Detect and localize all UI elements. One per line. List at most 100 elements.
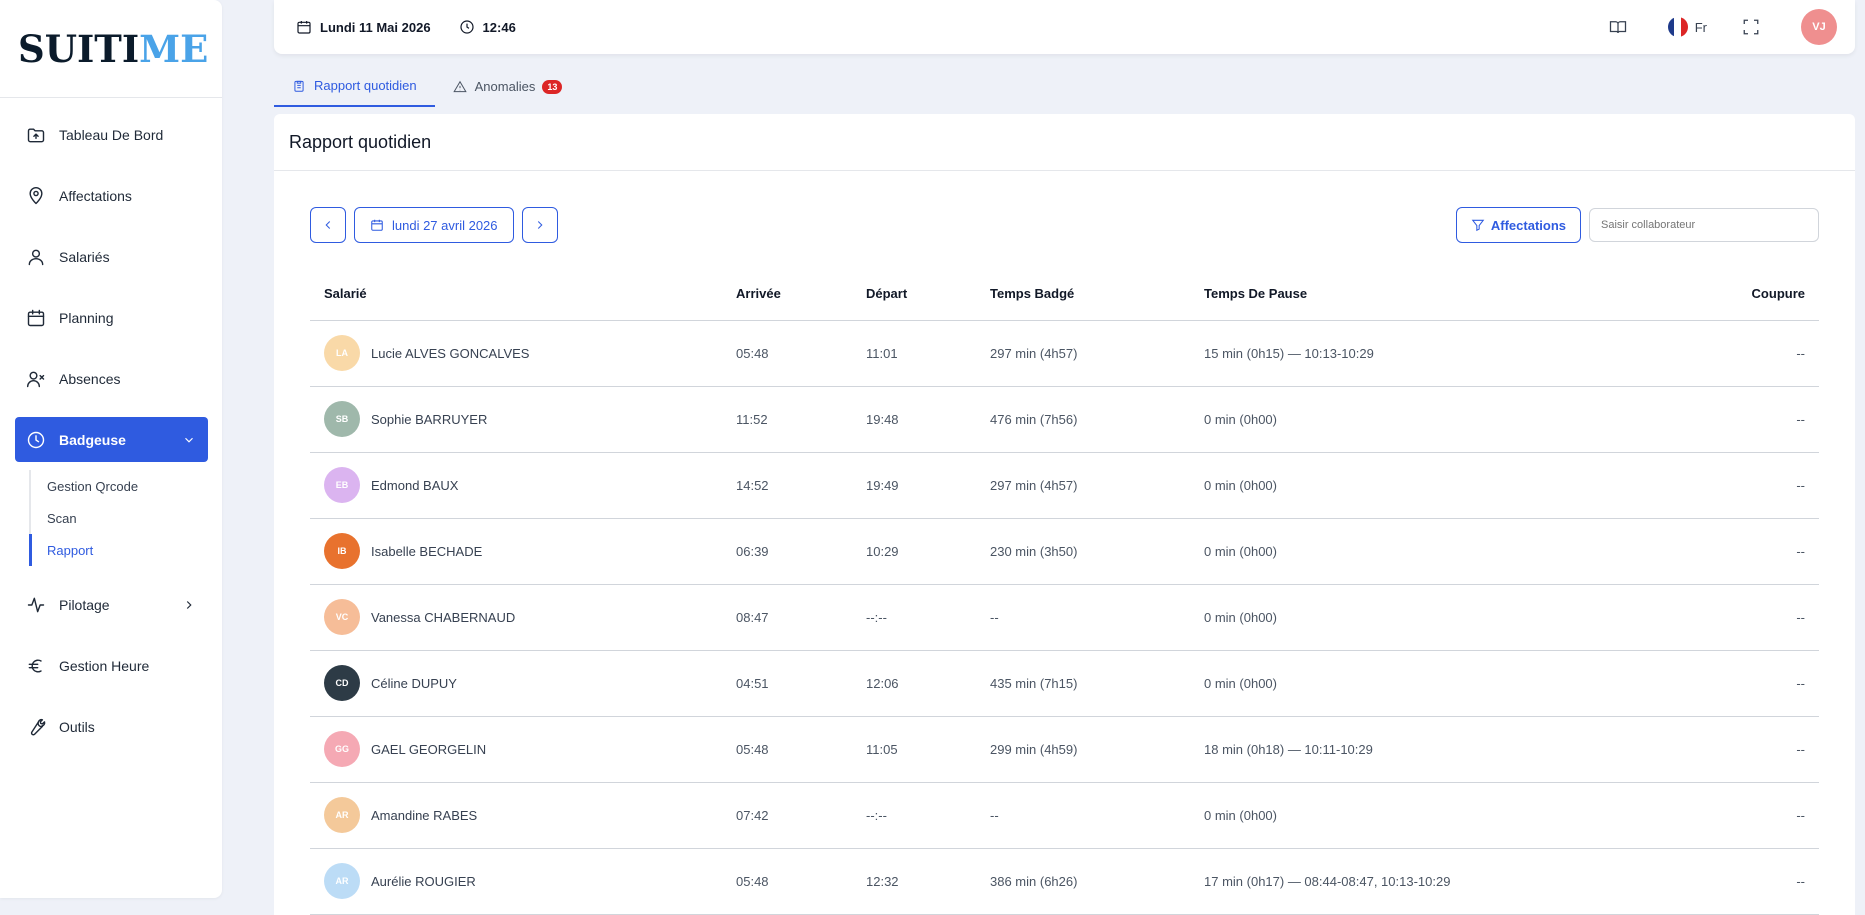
table-body: LA Lucie ALVES GONCALVES 05:48 11:01 297 min… — [310, 320, 1819, 915]
employee-name: Céline DUPUY — [371, 675, 457, 691]
departure-cell: --:-- — [852, 782, 976, 849]
sidebar-item-label: Salariés — [59, 248, 110, 265]
break-time-cell: 0 min (0h00) — [1190, 782, 1659, 849]
column-header[interactable]: Arrivée — [722, 267, 852, 321]
search-input[interactable] — [1589, 208, 1819, 242]
warning-icon — [452, 80, 467, 92]
sidebar-item-gestion-heure[interactable]: Gestion Heure — [15, 643, 208, 688]
employee-cell: EB Edmond BAUX — [310, 452, 722, 519]
avatar: GG — [324, 731, 360, 767]
employee-cell: AR Aurélie ROUGIER — [310, 848, 722, 915]
book-icon[interactable] — [1608, 17, 1628, 37]
table-row[interactable]: IB Isabelle BECHADE 06:39 10:29 230 min (3h5… — [310, 518, 1819, 585]
sidebar-subitem-gestion-qrcode[interactable]: Gestion Qrcode — [31, 470, 222, 502]
sidebar-item-label: Outils — [59, 718, 95, 735]
date-picker-button[interactable]: lundi 27 avril 2026 — [354, 207, 514, 243]
next-day-button[interactable] — [521, 207, 558, 243]
employee-cell: CD Céline DUPUY — [310, 650, 722, 717]
column-header[interactable]: Salarié — [310, 267, 722, 321]
table-row[interactable]: EB Edmond BAUX 14:52 19:49 297 min (4h57) 0 m… — [310, 452, 1819, 519]
avatar: LA — [324, 335, 360, 371]
break-cell: -- — [1659, 452, 1819, 519]
sidebar-subitem-rapport[interactable]: Rapport — [29, 534, 222, 566]
break-cell: -- — [1659, 650, 1819, 717]
sidebar-item-planning[interactable]: Planning — [15, 295, 208, 340]
badged-time-cell: 299 min (4h59) — [976, 716, 1190, 783]
tab-bar: Rapport quotidien Anomalies 13 — [274, 66, 580, 107]
euro-icon — [25, 655, 47, 677]
departure-cell: 12:32 — [852, 848, 976, 915]
employee[interactable]: GG GAEL GEORGELIN — [324, 731, 722, 767]
logo-text-suit: SUIT — [18, 26, 122, 71]
employee[interactable]: IB Isabelle BECHADE — [324, 533, 722, 569]
employee[interactable]: VC Vanessa CHABERNAUD — [324, 599, 722, 635]
calendar-icon — [297, 21, 311, 34]
top-header: Lundi 11 Mai 2026 12:46 Fr VJ — [274, 0, 1855, 54]
table-row[interactable]: CD Céline DUPUY 04:51 12:06 435 min (7h15) 0 … — [310, 650, 1819, 717]
tab-rapport-quotidien[interactable]: Rapport quotidien — [274, 66, 435, 107]
logo[interactable]: SUIT I ME — [0, 0, 222, 98]
employee[interactable]: AR Aurélie ROUGIER — [324, 863, 722, 899]
badged-time-cell: 435 min (7h15) — [976, 650, 1190, 717]
employee[interactable]: EB Edmond BAUX — [324, 467, 722, 503]
table-row[interactable]: VC Vanessa CHABERNAUD 08:47 --:-- -- 0 min (0… — [310, 584, 1819, 651]
page-title: Rapport quotidien — [274, 114, 1855, 171]
chevron-left-icon — [325, 221, 331, 229]
sidebar-subitem-scan[interactable]: Scan — [31, 502, 222, 534]
employee-name: Aurélie ROUGIER — [371, 873, 476, 889]
tab-anomalies[interactable]: Anomalies 13 — [435, 66, 581, 107]
sidebar-item-affectations[interactable]: Affectations — [15, 173, 208, 218]
employee[interactable]: SB Sophie BARRUYER — [324, 401, 722, 437]
map-pin-icon — [25, 185, 47, 207]
departure-cell: --:-- — [852, 584, 976, 651]
break-time-cell: 18 min (0h18) — 10:11-10:29 — [1190, 716, 1659, 783]
employee-name: Edmond BAUX — [371, 477, 459, 493]
table-row[interactable]: AR Amandine RABES 07:42 --:-- -- 0 min (0h00)… — [310, 782, 1819, 849]
current-time: 12:46 — [459, 19, 516, 35]
column-header[interactable]: Coupure — [1659, 267, 1819, 321]
arrival-cell: 08:47 — [722, 584, 852, 651]
sidebar-item-badgeuse[interactable]: Badgeuse — [15, 417, 208, 462]
departure-cell: 11:01 — [852, 320, 976, 387]
employee-cell: SB Sophie BARRUYER — [310, 386, 722, 453]
column-header[interactable]: Temps De Pause — [1190, 267, 1659, 321]
clock-icon — [25, 429, 47, 451]
language-selector[interactable]: Fr — [1667, 17, 1707, 37]
current-date-text: Lundi 11 Mai 2026 — [320, 19, 431, 35]
employee[interactable]: AR Amandine RABES — [324, 797, 722, 833]
calendar-icon — [25, 307, 47, 329]
column-header[interactable]: Départ — [852, 267, 976, 321]
previous-day-button[interactable] — [310, 207, 346, 243]
chevron-right-icon — [537, 221, 543, 229]
sidebar-item-label: Tableau De Bord — [59, 126, 164, 143]
table-row[interactable]: LA Lucie ALVES GONCALVES 05:48 11:01 297 min… — [310, 320, 1819, 387]
sidebar-item-absences[interactable]: Absences — [15, 356, 208, 401]
arrival-cell: 07:42 — [722, 782, 852, 849]
badgeuse-subnav: Gestion Qrcode Scan Rapport — [29, 470, 222, 566]
table-row[interactable]: GG GAEL GEORGELIN 05:48 11:05 299 min (4h59)… — [310, 716, 1819, 783]
sidebar-item-outils[interactable]: Outils — [15, 704, 208, 749]
activity-icon — [25, 594, 47, 616]
wrench-icon — [25, 716, 47, 738]
current-time-text: 12:46 — [482, 19, 516, 35]
date-label: lundi 27 avril 2026 — [392, 217, 498, 233]
break-cell: -- — [1659, 848, 1819, 915]
sidebar-item-salaries[interactable]: Salariés — [15, 234, 208, 279]
avatar: IB — [324, 533, 360, 569]
employee[interactable]: CD Céline DUPUY — [324, 665, 722, 701]
departure-cell: 19:49 — [852, 452, 976, 519]
header-actions: Fr VJ — [1608, 9, 1855, 45]
break-time-cell: 15 min (0h15) — 10:13-10:29 — [1190, 320, 1659, 387]
table-row[interactable]: SB Sophie BARRUYER 11:52 19:48 476 min (7h56… — [310, 386, 1819, 453]
break-cell: -- — [1659, 386, 1819, 453]
sidebar-item-label: Badgeuse — [59, 431, 126, 448]
avatar[interactable]: VJ — [1801, 9, 1837, 45]
sidebar-item-label: Pilotage — [59, 596, 110, 613]
sidebar-item-pilotage[interactable]: Pilotage — [15, 582, 208, 627]
employee[interactable]: LA Lucie ALVES GONCALVES — [324, 335, 722, 371]
table-row[interactable]: AR Aurélie ROUGIER 05:48 12:32 386 min (6h26… — [310, 848, 1819, 915]
column-header[interactable]: Temps Badgé — [976, 267, 1190, 321]
fullscreen-icon[interactable] — [1741, 17, 1761, 37]
sidebar-item-tableau-de-bord[interactable]: Tableau De Bord — [15, 112, 208, 157]
affectations-filter-button[interactable]: Affectations — [1455, 207, 1581, 243]
